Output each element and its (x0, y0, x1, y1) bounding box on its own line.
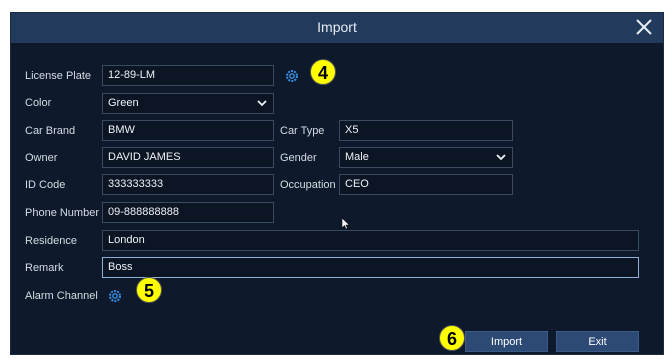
alarm-channel-label: Alarm Channel (25, 290, 98, 302)
gender-select[interactable]: Male (339, 147, 513, 168)
mouse-cursor-icon (342, 218, 350, 230)
id-code-field[interactable]: 333333333 (102, 174, 274, 195)
occupation-label: Occupation (280, 179, 336, 191)
occupation-field[interactable]: CEO (339, 174, 513, 195)
car-type-field[interactable]: X5 (339, 120, 513, 141)
id-code-label: ID Code (25, 179, 66, 191)
chevron-down-icon (496, 154, 506, 161)
phone-number-field[interactable]: 09-888888888 (102, 202, 274, 223)
exit-button[interactable]: Exit (556, 331, 639, 352)
owner-field[interactable]: DAVID JAMES (102, 147, 274, 168)
annotation-badge-5: 5 (136, 277, 162, 303)
phone-number-label: Phone Number (25, 207, 99, 219)
license-plate-field[interactable]: 12-89-LM (102, 65, 274, 86)
car-type-label: Car Type (280, 125, 325, 137)
gender-select-value: Male (345, 151, 369, 163)
remark-field[interactable]: Boss (102, 257, 639, 278)
chevron-down-icon (257, 100, 267, 107)
license-plate-label: License Plate (25, 70, 92, 82)
annotation-badge-4: 4 (310, 59, 336, 85)
residence-field[interactable]: London (102, 230, 639, 251)
car-brand-field[interactable]: BMW (102, 120, 274, 141)
dialog-titlebar: Import (11, 13, 663, 43)
annotation-badge-6: 6 (439, 325, 465, 351)
owner-label: Owner (25, 152, 58, 164)
dialog-title: Import (317, 19, 357, 35)
residence-label: Residence (25, 235, 77, 247)
gender-label: Gender (280, 152, 317, 164)
color-label: Color (25, 97, 52, 109)
license-plate-gear-icon[interactable] (285, 69, 299, 83)
close-icon[interactable] (633, 16, 655, 38)
import-button[interactable]: Import (465, 331, 548, 352)
car-brand-label: Car Brand (25, 125, 76, 137)
color-select[interactable]: Green (102, 93, 274, 114)
alarm-channel-gear-icon[interactable] (108, 289, 122, 303)
remark-label: Remark (25, 262, 64, 274)
color-select-value: Green (108, 97, 139, 109)
